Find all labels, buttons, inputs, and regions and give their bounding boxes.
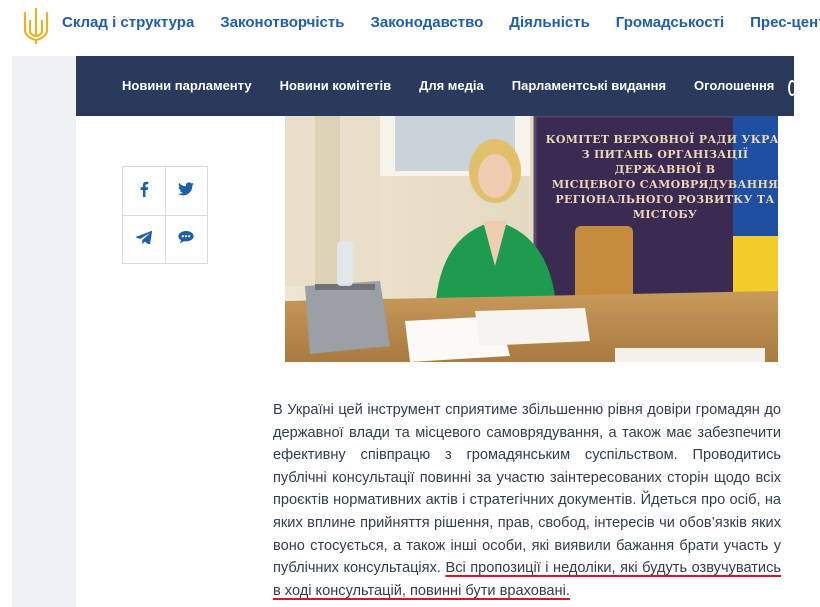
subnav-item-media[interactable]: Для медіа [419,78,484,93]
article-photo: КОМІТЕТ ВЕРХОВНОЇ РАДИ УКРАЇ З ПИТАНЬ ОР… [285,116,778,362]
subnav-item-parliament-news[interactable]: Новини парламенту [122,78,252,93]
subnav-item-publications[interactable]: Парламентські видання [512,78,666,93]
share-message-button[interactable] [165,215,207,263]
subnav-item-committee-news[interactable]: Новини комітетів [280,78,392,93]
share-buttons [122,166,208,264]
nav-item-legislation[interactable]: Законодавство [370,14,483,31]
press-subnav: Новини парламенту Новини комітетів Для м… [76,56,796,116]
share-facebook-button[interactable] [123,167,166,216]
nav-item-structure[interactable]: Склад і структура [62,14,194,31]
nav-item-press[interactable]: Прес-центр [750,14,820,31]
nav-item-lawmaking[interactable]: Законотворчість [220,14,344,31]
share-twitter-button[interactable] [165,167,207,216]
trident-logo[interactable] [22,6,50,46]
left-sidebar-background [12,56,76,607]
chat-icon [178,230,194,249]
share-telegram-button[interactable] [123,215,166,263]
main-nav: Склад і структура Законотворчість Законо… [62,14,820,31]
subnav-item-announcements[interactable]: Оголошення [694,78,774,93]
article-paragraph: В Україні цей інструмент сприятиме збіль… [273,402,781,577]
site-header: Склад і структура Законотворчість Законо… [0,0,820,52]
article-body: В Україні цей інструмент сприятиме збіль… [273,399,781,602]
subnav-overflow-icon[interactable] [788,80,796,96]
nav-item-public[interactable]: Громадськості [616,14,724,31]
committee-banner: КОМІТЕТ ВЕРХОВНОЇ РАДИ УКРАЇ З ПИТАНЬ ОР… [545,133,778,221]
facebook-icon [139,181,149,202]
nav-item-activity[interactable]: Діяльність [509,14,590,31]
telegram-icon [135,230,153,249]
twitter-icon [178,181,194,201]
